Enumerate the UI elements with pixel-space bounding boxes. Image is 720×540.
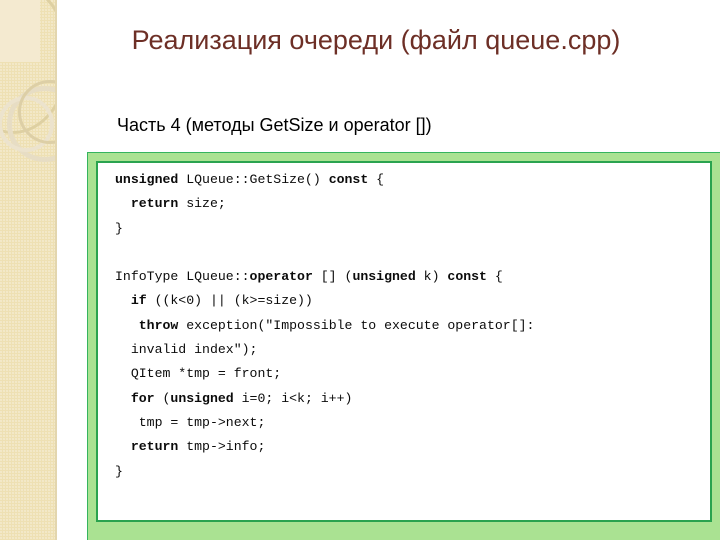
code-text: invalid index"); xyxy=(115,342,258,358)
page-subtitle: Часть 4 (методы GetSize и operator []) xyxy=(117,115,432,135)
code-text: exception("Impossible to execute operato… xyxy=(178,317,535,333)
code-line: } xyxy=(115,460,710,484)
decorative-sidebar xyxy=(0,0,57,540)
code-text: { xyxy=(486,269,503,285)
code-text: InfoType LQueue:: xyxy=(115,269,250,285)
code-text: [] ( xyxy=(312,269,353,285)
code-line: } xyxy=(115,217,710,241)
code-line: throw exception("Impossible to execute o… xyxy=(115,314,710,338)
code-line: unsigned LQueue::GetSize() const { xyxy=(115,168,710,192)
code-line: QItem *tmp = front; xyxy=(115,362,710,386)
code-text: k) xyxy=(415,269,448,285)
code-keyword: const xyxy=(447,269,487,285)
code-line: InfoType LQueue::operator [] (unsigned k… xyxy=(115,265,710,289)
code-line: return tmp->info; xyxy=(115,435,710,459)
code-text: { xyxy=(368,172,385,187)
code-keyword: unsigned xyxy=(352,269,416,285)
code-text: ((k<0) || (k>=size)) xyxy=(146,293,313,309)
code-keyword: unsigned xyxy=(170,390,234,406)
code-keyword: if xyxy=(130,293,147,309)
code-text: QItem *tmp = front; xyxy=(115,366,282,382)
code-keyword: return xyxy=(130,439,179,455)
sidebar-edge-divider xyxy=(55,0,57,540)
code-text: size; xyxy=(178,196,226,212)
page-title: Реализация очереди (файл queue.cpp) xyxy=(131,25,621,55)
code-text: ( xyxy=(154,390,171,406)
code-keyword: unsigned xyxy=(115,172,179,187)
code-line: return size; xyxy=(115,192,710,216)
code-line: tmp = tmp->next; xyxy=(115,411,710,435)
slide: Реализация очереди (файл queue.cpp) Част… xyxy=(0,0,720,540)
code-line: for (unsigned i=0; i<k; i++) xyxy=(115,387,710,411)
code-keyword: operator xyxy=(249,269,313,285)
code-text: tmp->info; xyxy=(178,439,266,455)
code-block: unsigned LQueue::GetSize() const { retur… xyxy=(115,168,710,484)
code-text: tmp = tmp->next; xyxy=(115,414,266,430)
code-text: i=0; i<k; i++) xyxy=(233,390,353,406)
code-panel: unsigned LQueue::GetSize() const { retur… xyxy=(87,152,720,540)
code-text: } xyxy=(115,220,123,236)
code-line: invalid index"); xyxy=(115,338,710,362)
code-keyword: return xyxy=(130,196,179,212)
code-text: } xyxy=(115,463,123,479)
code-keyword: throw xyxy=(138,317,179,333)
code-keyword: for xyxy=(130,390,155,406)
code-text: LQueue::GetSize() xyxy=(178,172,329,187)
code-panel-inner: unsigned LQueue::GetSize() const { retur… xyxy=(96,161,712,522)
code-keyword: const xyxy=(328,172,369,187)
code-line: if ((k<0) || (k>=size)) xyxy=(115,289,710,313)
